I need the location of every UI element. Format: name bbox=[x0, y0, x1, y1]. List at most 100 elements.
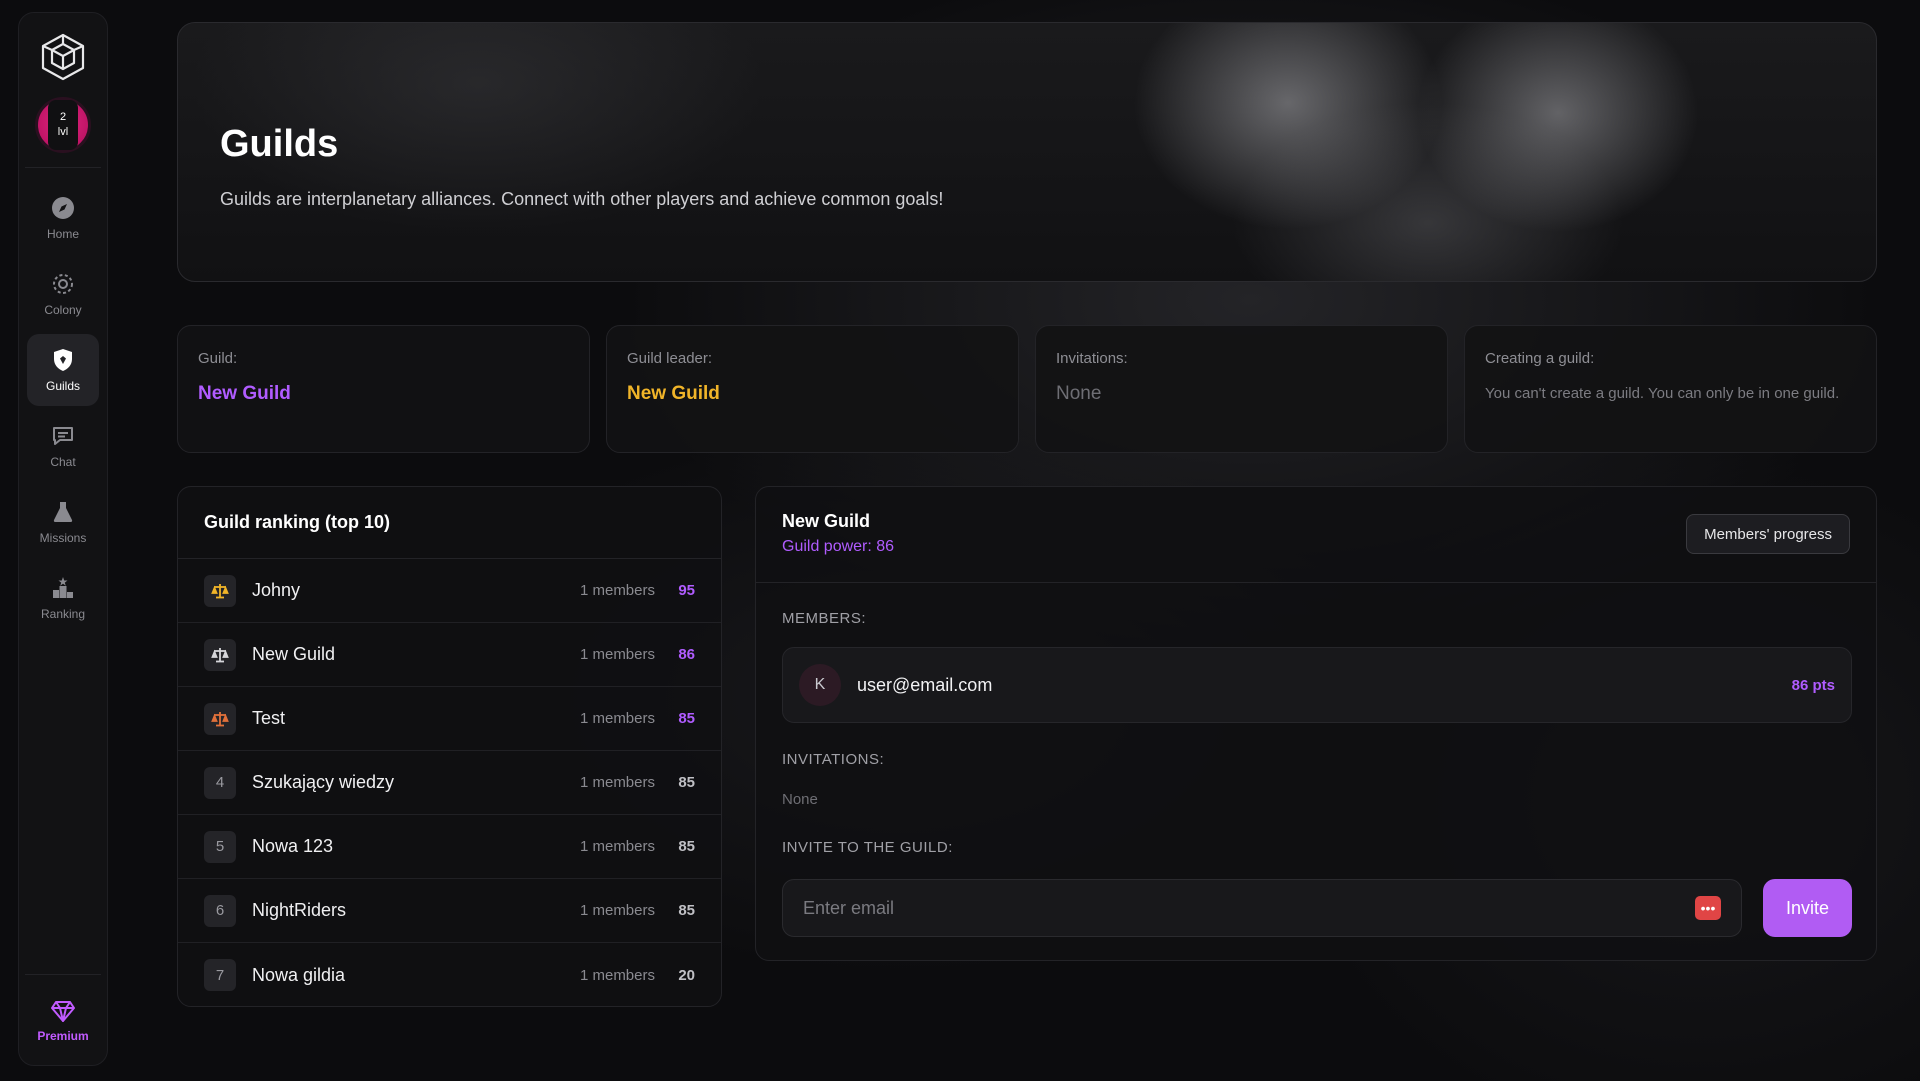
guild-name: NightRiders bbox=[252, 900, 347, 920]
invite-email-field[interactable]: ••• bbox=[782, 879, 1742, 937]
sidebar-item-label: Missions bbox=[39, 531, 87, 545]
flask-icon bbox=[53, 502, 73, 522]
invite-email-input[interactable] bbox=[803, 897, 1695, 919]
sidebar-item-label: Chat bbox=[50, 455, 76, 469]
rank-number: 6 bbox=[204, 894, 236, 927]
guild-score: 20 bbox=[678, 966, 695, 984]
invitations-section-label: INVITATIONS: bbox=[782, 751, 885, 768]
gear-icon bbox=[53, 274, 73, 294]
level-number: 2 bbox=[59, 111, 67, 123]
rank-number: 7 bbox=[204, 959, 236, 991]
chat-icon bbox=[53, 427, 73, 445]
guild-leader-card: Guild leader: New Guild bbox=[606, 325, 1019, 453]
app-logo-icon[interactable] bbox=[35, 29, 91, 85]
sidebar: 2 lvl Home Colony Guilds Chat Missions R… bbox=[18, 12, 108, 1066]
sidebar-item-chat[interactable]: Chat bbox=[27, 410, 99, 482]
guild-leader-label: Guild leader: bbox=[627, 350, 713, 367]
ranking-row[interactable]: 7 Nowa gildia 1 members 20 bbox=[178, 943, 721, 1006]
rank-badge bbox=[204, 638, 236, 671]
ranking-row[interactable]: Johny 1 members 95 bbox=[178, 559, 721, 623]
invitations-label: Invitations: bbox=[1056, 350, 1128, 367]
sidebar-item-label: Colony bbox=[44, 303, 82, 317]
scales-silver-icon bbox=[211, 647, 229, 662]
creating-guild-text: You can't create a guild. You can only b… bbox=[1485, 385, 1840, 402]
rank-number: 5 bbox=[204, 830, 236, 863]
sidebar-nav: Home Colony Guilds Chat Missions Ranking bbox=[27, 182, 99, 634]
level-badge: 2 lvl bbox=[48, 100, 78, 150]
sidebar-item-label: Home bbox=[46, 227, 79, 241]
page-title: Guilds bbox=[220, 123, 339, 165]
guild-members: 1 members bbox=[579, 774, 655, 791]
guild-members: 1 members bbox=[579, 838, 655, 855]
user-avatar[interactable]: 2 lvl bbox=[35, 97, 91, 153]
compass-icon bbox=[52, 197, 74, 219]
password-manager-icon[interactable]: ••• bbox=[1695, 896, 1721, 920]
guild-name: Nowa 123 bbox=[252, 836, 334, 856]
premium-button[interactable]: Premium bbox=[37, 999, 89, 1043]
member-email: user@email.com bbox=[857, 674, 993, 695]
invite-button[interactable]: Invite bbox=[1763, 879, 1852, 937]
premium-label: Premium bbox=[37, 1029, 89, 1043]
sidebar-item-ranking[interactable]: Ranking bbox=[27, 562, 99, 634]
member-points: 86 pts bbox=[1791, 676, 1835, 694]
guild-members: 1 members bbox=[579, 646, 655, 663]
scales-gold-icon bbox=[211, 583, 229, 598]
guild-card-label: Guild: bbox=[198, 350, 238, 367]
guild-name: New Guild bbox=[252, 644, 336, 664]
page-subtitle: Guilds are interplanetary alliances. Con… bbox=[220, 189, 944, 209]
members-progress-button[interactable]: Members' progress bbox=[1686, 514, 1850, 554]
guild-detail-header: New Guild Guild power: 86 Members' progr… bbox=[756, 487, 1876, 583]
ranking-row[interactable]: Test 1 members 85 bbox=[178, 687, 721, 751]
ranking-row[interactable]: 6 NightRiders 1 members 85 bbox=[178, 879, 721, 943]
hero-banner: Guilds Guilds are interplanetary allianc… bbox=[177, 22, 1877, 282]
guild-detail-panel: New Guild Guild power: 86 Members' progr… bbox=[755, 486, 1877, 961]
guild-card: Guild: New Guild bbox=[177, 325, 590, 453]
guild-name: Nowa gildia bbox=[252, 964, 346, 985]
sidebar-item-home[interactable]: Home bbox=[27, 182, 99, 254]
info-cards: Guild: New Guild Guild leader: New Guild… bbox=[177, 325, 1877, 453]
rank-number: 4 bbox=[204, 766, 236, 799]
guild-members: 1 members bbox=[579, 966, 655, 984]
ranking-title: Guild ranking (top 10) bbox=[178, 487, 721, 559]
invite-section-label: INVITE TO THE GUILD: bbox=[782, 839, 953, 856]
guild-score: 85 bbox=[678, 774, 695, 791]
invitations-card: Invitations: None bbox=[1035, 325, 1448, 453]
creating-guild-card: Creating a guild: You can't create a gui… bbox=[1464, 325, 1877, 453]
guild-members: 1 members bbox=[579, 582, 655, 599]
guild-score: 95 bbox=[678, 582, 695, 599]
members-section-label: MEMBERS: bbox=[782, 610, 867, 627]
guild-ranking-panel: Guild ranking (top 10) Johny 1 members 9… bbox=[177, 486, 722, 1007]
invitations-value: None bbox=[1056, 383, 1102, 404]
sidebar-divider bbox=[25, 974, 101, 975]
guild-name-link[interactable]: New Guild bbox=[198, 383, 569, 405]
scales-bronze-icon bbox=[211, 711, 229, 726]
guild-name: Johny bbox=[252, 580, 301, 600]
shield-icon bbox=[54, 349, 72, 371]
diamond-icon bbox=[50, 1001, 75, 1022]
ranking-row[interactable]: 5 Nowa 123 1 members 85 bbox=[178, 815, 721, 879]
guild-leader-value: New Guild bbox=[627, 383, 720, 404]
rank-badge bbox=[204, 702, 236, 735]
member-row[interactable]: K user@email.com 86 pts bbox=[782, 647, 1852, 723]
guild-score: 85 bbox=[678, 838, 695, 855]
sidebar-item-label: Ranking bbox=[40, 607, 86, 621]
guild-name: Test bbox=[252, 708, 286, 728]
rank-badge bbox=[204, 574, 236, 607]
level-label: lvl bbox=[57, 126, 69, 138]
guild-score: 85 bbox=[678, 902, 695, 919]
sidebar-item-missions[interactable]: Missions bbox=[27, 486, 99, 558]
sidebar-item-colony[interactable]: Colony bbox=[27, 258, 99, 330]
podium-icon bbox=[53, 577, 73, 598]
ranking-row[interactable]: New Guild 1 members 86 bbox=[178, 623, 721, 687]
sidebar-divider bbox=[25, 167, 101, 168]
guild-name: Szukający wiedzy bbox=[252, 772, 395, 792]
sidebar-item-guilds[interactable]: Guilds bbox=[27, 334, 99, 406]
creating-guild-label: Creating a guild: bbox=[1485, 350, 1595, 367]
invitations-empty: None bbox=[782, 791, 818, 808]
guild-members: 1 members bbox=[579, 902, 655, 919]
sidebar-item-label: Guilds bbox=[45, 379, 80, 393]
ranking-row[interactable]: 4 Szukający wiedzy 1 members 85 bbox=[178, 751, 721, 815]
guild-score: 85 bbox=[678, 710, 695, 727]
guild-score: 86 bbox=[678, 646, 695, 663]
guild-members: 1 members bbox=[579, 710, 655, 727]
